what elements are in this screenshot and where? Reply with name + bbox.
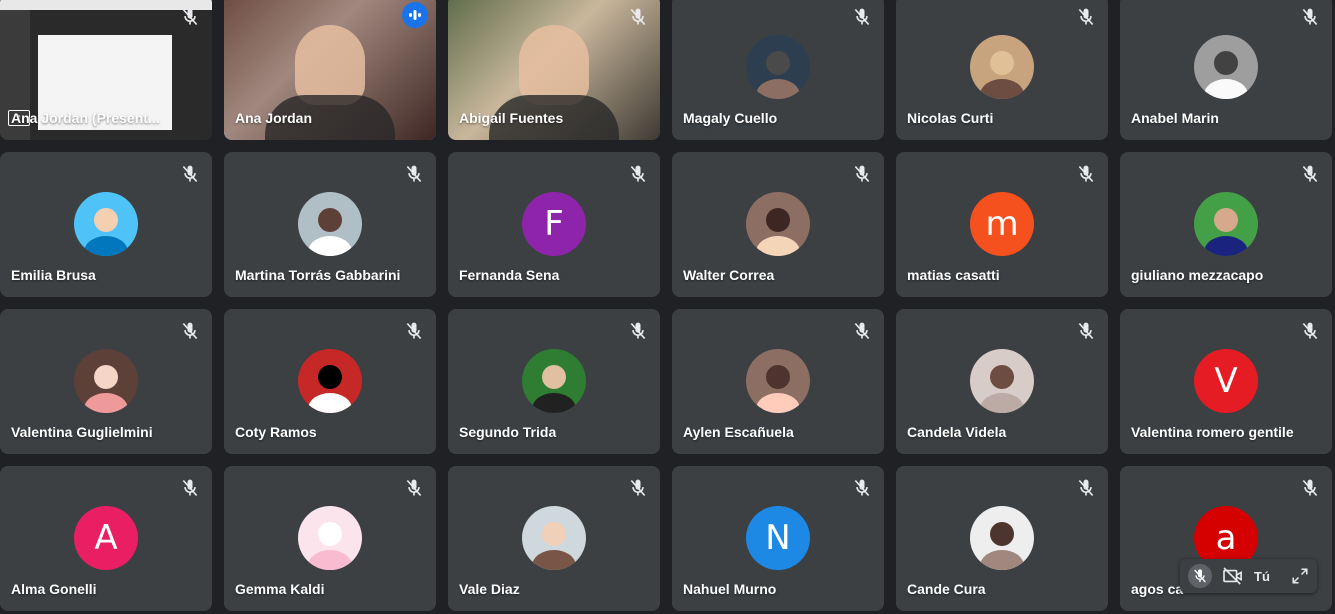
participant-name: Ana Jordan (Present... (11, 110, 160, 126)
participant-tile[interactable]: Emilia Brusa (0, 152, 212, 297)
participant-tile[interactable]: N Nahuel Murno (672, 466, 884, 611)
mic-off-icon (1076, 478, 1096, 498)
mic-off-icon (852, 164, 872, 184)
participant-name: Magaly Cuello (683, 110, 778, 126)
participant-tile[interactable]: Walter Correa (672, 152, 884, 297)
mic-off-icon (628, 164, 648, 184)
avatar (1194, 35, 1258, 99)
participant-name: Coty Ramos (235, 424, 317, 440)
mic-off-icon (628, 478, 648, 498)
avatar (298, 349, 362, 413)
mic-off-icon (1076, 7, 1096, 27)
participant-name: Martina Torrás Gabbarini (235, 267, 401, 283)
participant-tile[interactable]: Candela Videla (896, 309, 1108, 454)
avatar (1194, 192, 1258, 256)
participant-tile[interactable]: Nicolas Curti (896, 0, 1108, 140)
mic-off-icon (1300, 7, 1320, 27)
participant-name: Fernanda Sena (459, 267, 560, 283)
self-mic-off-button[interactable] (1188, 564, 1212, 588)
participant-name: matias casatti (907, 267, 1000, 283)
participant-tile[interactable]: Aylen Escañuela (672, 309, 884, 454)
participant-name: Nahuel Murno (683, 581, 777, 597)
mic-off-icon (1300, 164, 1320, 184)
participant-name: Emilia Brusa (11, 267, 96, 283)
participant-name: Valentina Guglielmini (11, 424, 153, 440)
participant-name: Alma Gonelli (11, 581, 97, 597)
participant-tile[interactable]: A Alma Gonelli (0, 466, 212, 611)
participant-tile[interactable]: V Valentina romero gentile (1120, 309, 1332, 454)
mic-off-icon (1300, 478, 1320, 498)
participant-tile[interactable]: Coty Ramos (224, 309, 436, 454)
mic-off-icon (180, 164, 200, 184)
participant-name: giuliano mezzacapo (1131, 267, 1264, 283)
mic-off-icon (852, 321, 872, 341)
participant-name: Walter Correa (683, 267, 775, 283)
participant-tile[interactable]: Valentina Guglielmini (0, 309, 212, 454)
participant-name: Aylen Escañuela (683, 424, 794, 440)
participant-name: Abigail Fuentes (459, 110, 564, 126)
participant-name: agos ca (1131, 581, 1184, 597)
mic-off-icon (180, 478, 200, 498)
avatar (522, 349, 586, 413)
expand-icon[interactable] (1291, 567, 1309, 585)
participant-tile[interactable]: Abigail Fuentes (448, 0, 660, 140)
mic-off-icon (852, 478, 872, 498)
avatar (74, 349, 138, 413)
mic-off-icon (1194, 569, 1206, 583)
mic-off-icon (628, 7, 648, 27)
avatar (746, 349, 810, 413)
participant-name: Anabel Marin (1131, 110, 1219, 126)
participant-tile[interactable]: m matias casatti (896, 152, 1108, 297)
mic-off-icon (404, 478, 424, 498)
participant-name: Cande Cura (907, 581, 986, 597)
mic-off-icon (180, 321, 200, 341)
avatar (746, 35, 810, 99)
participant-tile[interactable]: Ana Jordan (224, 0, 436, 140)
mic-off-icon (628, 321, 648, 341)
mic-off-icon (404, 321, 424, 341)
avatar (298, 192, 362, 256)
mic-off-icon (1300, 321, 1320, 341)
participant-tile[interactable]: F Fernanda Sena (448, 152, 660, 297)
avatar: F (522, 192, 586, 256)
avatar: V (1194, 349, 1258, 413)
avatar: m (970, 192, 1034, 256)
mic-off-icon (180, 7, 200, 27)
participant-tile[interactable]: Cande Cura (896, 466, 1108, 611)
participant-name: Candela Videla (907, 424, 1007, 440)
avatar (74, 192, 138, 256)
avatar: N (746, 506, 810, 570)
participant-name: Gemma Kaldi (235, 581, 325, 597)
participant-tile[interactable]: Vale Diaz (448, 466, 660, 611)
participant-grid: ↑ Ana Jordan (Present... Ana Jordan Abigail… (0, 0, 1332, 611)
avatar: A (74, 506, 138, 570)
participant-name: Vale Diaz (459, 581, 520, 597)
participant-name: Segundo Trida (459, 424, 557, 440)
mic-off-icon (1076, 321, 1096, 341)
participant-tile[interactable]: ↑ Ana Jordan (Present... (0, 0, 212, 140)
mic-off-icon (852, 7, 872, 27)
avatar (522, 506, 586, 570)
avatar (298, 506, 362, 570)
participant-tile[interactable]: Anabel Marin (1120, 0, 1332, 140)
mic-off-icon (1076, 164, 1096, 184)
participant-tile[interactable]: giuliano mezzacapo (1120, 152, 1332, 297)
camera-off-icon[interactable] (1222, 567, 1244, 585)
avatar (970, 35, 1034, 99)
avatar (970, 349, 1034, 413)
mic-off-icon (404, 164, 424, 184)
avatar (970, 506, 1034, 570)
speaking-indicator-icon (402, 2, 428, 28)
participant-tile[interactable]: Gemma Kaldi (224, 466, 436, 611)
participant-name: Nicolas Curti (907, 110, 994, 126)
participant-tile[interactable]: Martina Torrás Gabbarini (224, 152, 436, 297)
participant-tile[interactable]: Magaly Cuello (672, 0, 884, 140)
participant-name: Valentina romero gentile (1131, 424, 1294, 440)
participant-tile[interactable]: Segundo Trida (448, 309, 660, 454)
self-label: Tú (1254, 568, 1270, 584)
participant-name: Ana Jordan (235, 110, 313, 126)
avatar (746, 192, 810, 256)
self-view-controls: Tú (1180, 559, 1317, 593)
